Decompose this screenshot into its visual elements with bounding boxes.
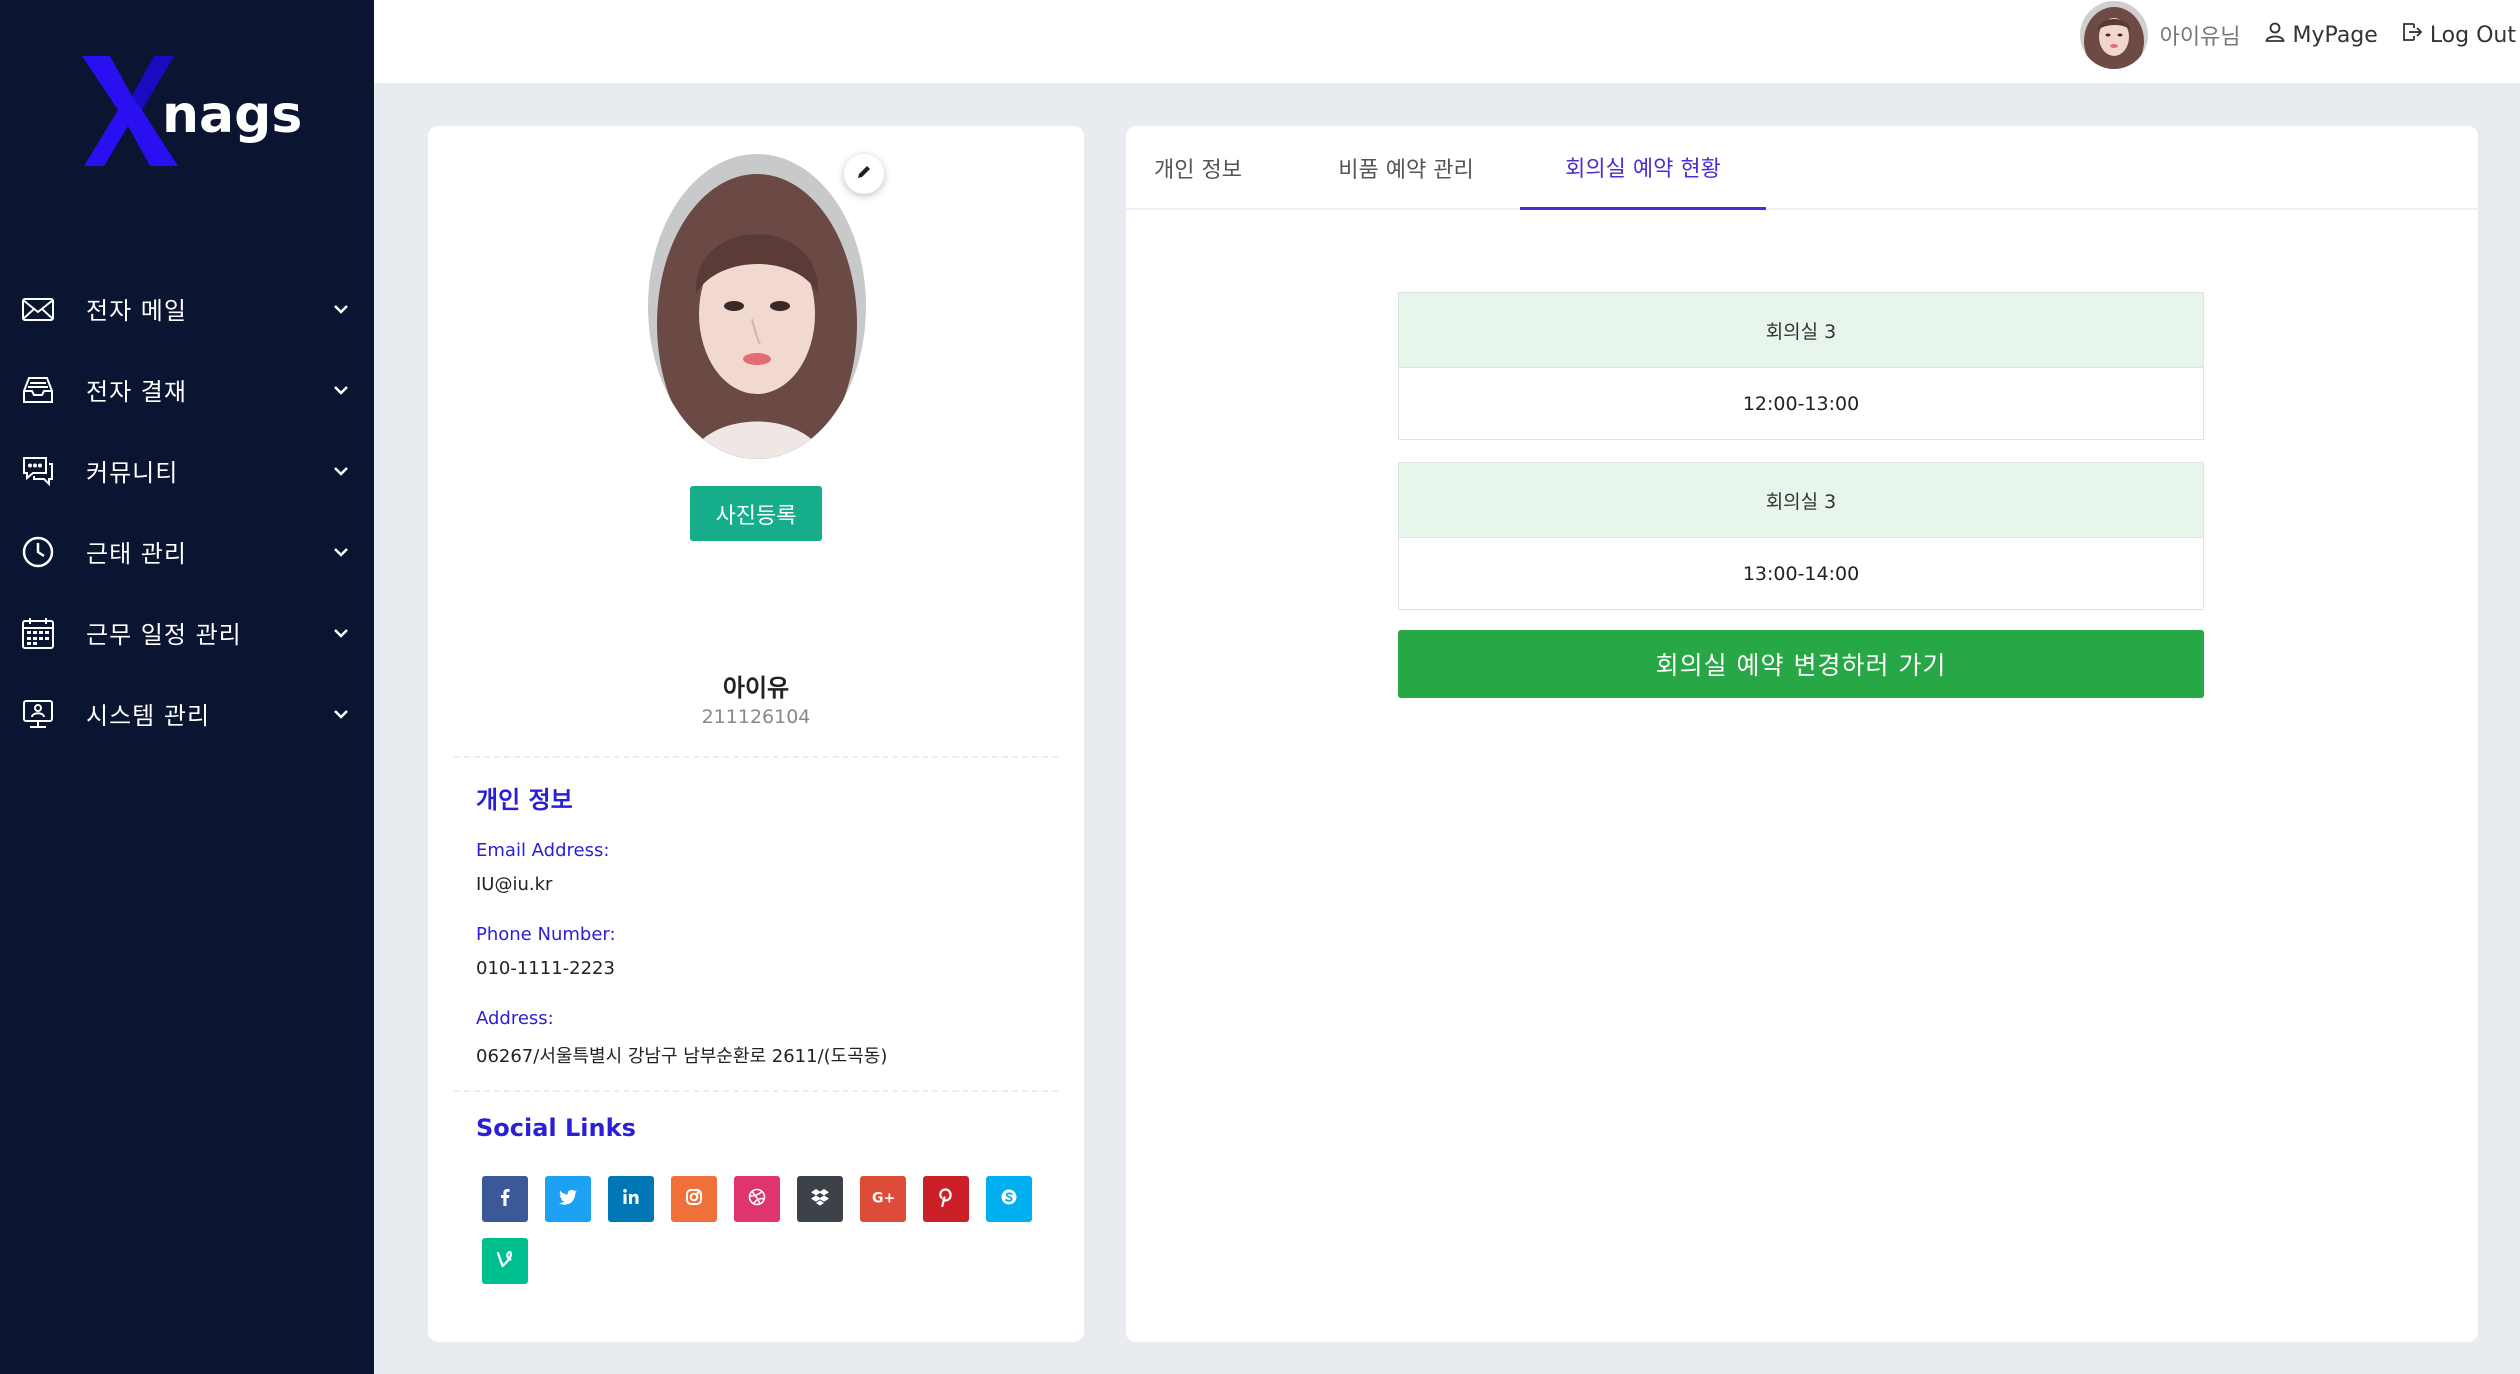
sidebar-item-schedule[interactable]: 근무 일정 관리 [0, 592, 374, 673]
reservation-time: 12:00-13:00 [1398, 368, 2204, 440]
topbar: 아이유님 MyPage Log Out [374, 0, 2520, 83]
profile-photo-wrapper [648, 154, 884, 459]
social-twitter-button[interactable] [545, 1176, 591, 1222]
profile-tabs: 개인 정보 비품 예약 관리 회의실 예약 현황 [1126, 126, 2478, 210]
linkedin-icon [619, 1185, 643, 1213]
tab-personal-info[interactable]: 개인 정보 [1148, 126, 1248, 210]
username-label: 아이유님 [2159, 25, 2241, 50]
sidebar-item-label: 전자 결재 [86, 378, 187, 406]
chevron-down-icon [328, 458, 354, 484]
chevron-down-icon [328, 620, 354, 646]
social-skype-button[interactable] [986, 1176, 1032, 1222]
social-vine-button[interactable] [482, 1238, 528, 1284]
reservation-room: 회의실 3 [1398, 462, 2204, 538]
vine-icon [493, 1247, 517, 1275]
address-label: Address: [476, 1008, 554, 1029]
sidebar-item-community[interactable]: 커뮤니티 [0, 430, 374, 511]
pinterest-icon [934, 1185, 958, 1213]
sidebar-item-email[interactable]: 전자 메일 [0, 268, 374, 349]
skype-icon [997, 1185, 1021, 1213]
mail-icon [20, 291, 56, 327]
chevron-down-icon [328, 377, 354, 403]
chevron-down-icon [328, 296, 354, 322]
facebook-icon [493, 1185, 517, 1213]
dropbox-icon [808, 1185, 832, 1213]
svg-text:nags: nags [162, 85, 302, 145]
social-links: G+ [482, 1176, 1062, 1284]
chevron-down-icon [328, 701, 354, 727]
profile-photo [648, 154, 866, 459]
reservation-time: 13:00-14:00 [1398, 538, 2204, 610]
sidebar-item-label: 근무 일정 관리 [86, 621, 242, 649]
social-dropbox-button[interactable] [797, 1176, 843, 1222]
phone-value: 010-1111-2223 [476, 958, 615, 979]
app-logo[interactable]: nags [74, 52, 314, 170]
employee-id: 211126104 [701, 706, 811, 728]
upload-photo-button[interactable]: 사진등록 [690, 486, 822, 541]
pencil-icon [855, 163, 873, 185]
inbox-tray-icon [20, 372, 56, 408]
svg-text:G+: G+ [872, 1191, 895, 1207]
dribbble-icon [745, 1185, 769, 1213]
email-value: IU@iu.kr [476, 874, 553, 895]
chevron-down-icon [328, 539, 354, 565]
divider [454, 1090, 1058, 1092]
email-label: Email Address: [476, 840, 610, 861]
personal-info-title: 개인 정보 [476, 786, 573, 814]
reservation-item: 회의실 3 13:00-14:00 [1398, 462, 2204, 610]
chat-bubbles-icon [20, 453, 56, 489]
social-dribbble-button[interactable] [734, 1176, 780, 1222]
sidebar-menu: 전자 메일 전자 결재 커뮤니티 근태 관리 근무 일정 관리 시스템 관리 [0, 268, 374, 754]
social-linkedin-button[interactable] [608, 1176, 654, 1222]
change-reservation-button[interactable]: 회의실 예약 변경하러 가기 [1398, 630, 2204, 698]
social-instagram-button[interactable] [671, 1176, 717, 1222]
avatar[interactable] [2079, 1, 2148, 69]
edit-photo-button[interactable] [844, 154, 884, 194]
sidebar-item-attendance[interactable]: 근태 관리 [0, 511, 374, 592]
profile-name: 아이유 [722, 674, 790, 702]
monitor-user-icon [20, 696, 56, 732]
logout-icon [2400, 20, 2424, 50]
user-menu: 아이유님 MyPage Log Out [2079, 0, 2520, 70]
sidebar-item-label: 전자 메일 [86, 297, 187, 325]
reservation-room: 회의실 3 [1398, 292, 2204, 368]
logout-label: Log Out [2429, 22, 2516, 48]
sidebar-item-label: 시스템 관리 [86, 702, 211, 730]
user-icon [2263, 20, 2287, 50]
sidebar-item-approval[interactable]: 전자 결재 [0, 349, 374, 430]
tab-equipment-reservation[interactable]: 비품 예약 관리 [1326, 126, 1486, 210]
phone-label: Phone Number: [476, 924, 616, 945]
address-value: 06267/서울특별시 강남구 남부순환로 2611/(도곡동) [476, 1046, 888, 1067]
social-facebook-button[interactable] [482, 1176, 528, 1222]
calendar-icon [20, 615, 56, 651]
clock-icon [20, 534, 56, 570]
sidebar-item-system[interactable]: 시스템 관리 [0, 673, 374, 754]
social-pinterest-button[interactable] [923, 1176, 969, 1222]
reservation-item: 회의실 3 12:00-13:00 [1398, 292, 2204, 440]
profile-card: 사진등록 아이유 211126104 개인 정보 Email Address: … [428, 126, 1084, 1342]
mypage-label: MyPage [2292, 22, 2378, 48]
logout-link[interactable]: Log Out [2400, 20, 2516, 50]
sidebar-item-label: 근태 관리 [86, 540, 187, 568]
social-links-title: Social Links [476, 1114, 636, 1142]
social-google-plus-button[interactable]: G+ [860, 1176, 906, 1222]
instagram-icon [682, 1185, 706, 1213]
reservation-card: 개인 정보 비품 예약 관리 회의실 예약 현황 회의실 3 12:00-13:… [1126, 126, 2478, 1342]
divider [454, 756, 1058, 758]
twitter-icon [556, 1185, 580, 1213]
sidebar-item-label: 커뮤니티 [86, 459, 179, 487]
sidebar: nags 전자 메일 전자 결재 커뮤니티 근태 관리 근무 일정 관리 시스템… [0, 0, 374, 1374]
google-plus-icon: G+ [871, 1185, 895, 1213]
tab-meeting-room-status[interactable]: 회의실 예약 현황 [1520, 126, 1766, 210]
mypage-link[interactable]: MyPage [2263, 20, 2378, 50]
